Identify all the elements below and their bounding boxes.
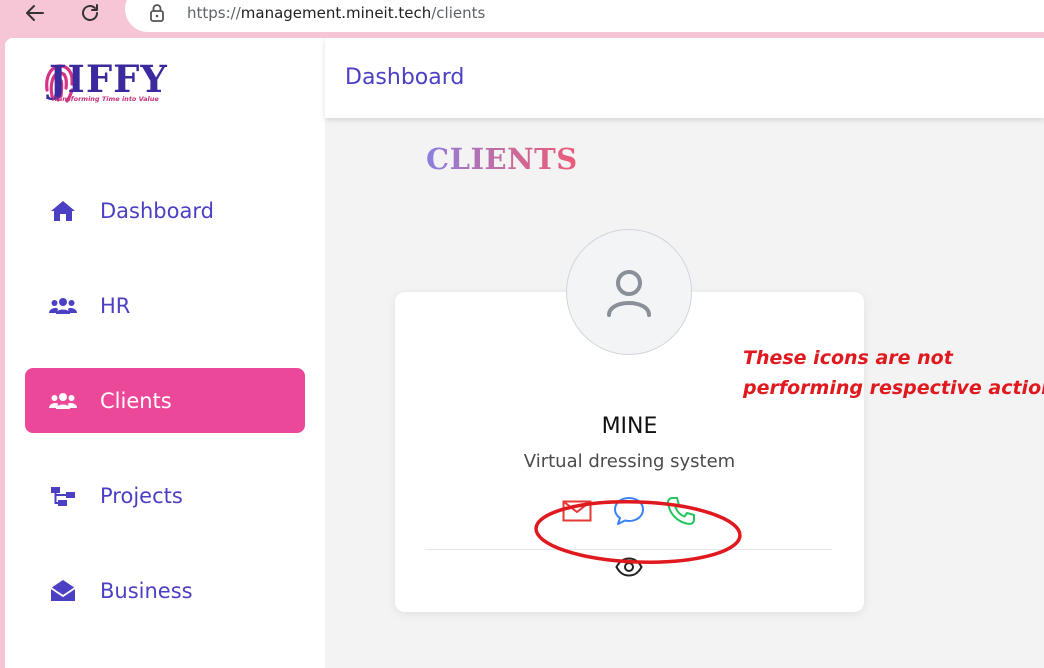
url-scheme: https:// — [187, 4, 241, 22]
sidebar-item-label: HR — [100, 293, 131, 318]
eye-icon — [615, 557, 643, 577]
sidebar-item-clients[interactable]: Clients — [25, 368, 305, 433]
phone-button[interactable] — [664, 496, 698, 526]
home-icon — [25, 200, 100, 222]
sidebar: JIFFY Transforming Time into Value Dashb… — [5, 38, 325, 668]
users-icon — [25, 391, 100, 411]
phone-icon — [667, 497, 695, 525]
sidebar-item-label: Clients — [100, 388, 172, 413]
user-icon — [607, 270, 651, 317]
sidebar-item-business[interactable]: Business — [25, 558, 305, 623]
sitemap-icon — [25, 485, 100, 507]
annotation-line-1: These icons are not — [743, 347, 953, 369]
users-icon — [25, 296, 100, 316]
page-title: Dashboard — [345, 65, 465, 90]
sidebar-item-hr[interactable]: HR — [25, 273, 305, 338]
view-button[interactable] — [612, 553, 646, 581]
client-avatar — [566, 229, 692, 355]
mail-icon — [562, 500, 592, 522]
reload-icon — [82, 4, 98, 21]
chat-icon — [614, 497, 644, 525]
sidebar-item-dashboard[interactable]: Dashboard — [25, 178, 305, 243]
chat-button[interactable] — [612, 496, 646, 526]
sidebar-item-projects[interactable]: Projects — [25, 463, 305, 528]
sidebar-item-label: Dashboard — [100, 198, 214, 223]
url-path: /clients — [431, 4, 486, 22]
client-name: MINE — [601, 414, 658, 439]
url-host: management.mineit.tech — [240, 4, 432, 22]
back-button[interactable] — [20, 0, 50, 26]
clients-heading: CLIENTS — [426, 142, 578, 176]
annotation-line-2: performing respective action — [743, 377, 1044, 399]
reload-button[interactable] — [75, 0, 105, 26]
lock-icon[interactable] — [148, 3, 166, 23]
arrow-left-icon — [26, 5, 44, 21]
mail-button[interactable] — [560, 496, 594, 526]
logo-text: JIFFY — [49, 57, 168, 101]
client-description: Virtual dressing system — [523, 451, 736, 472]
sidebar-item-label: Business — [100, 578, 193, 603]
envelope-open-icon — [25, 579, 100, 603]
annotation-text: These icons are not performing respectiv… — [743, 343, 1044, 403]
card-divider — [425, 549, 832, 550]
sidebar-item-label: Projects — [100, 483, 183, 508]
logo-tagline: Transforming Time into Value — [51, 95, 159, 103]
url-text[interactable]: https://management.mineit.tech/clients — [187, 4, 485, 22]
top-bar: Dashboard — [325, 38, 1044, 118]
